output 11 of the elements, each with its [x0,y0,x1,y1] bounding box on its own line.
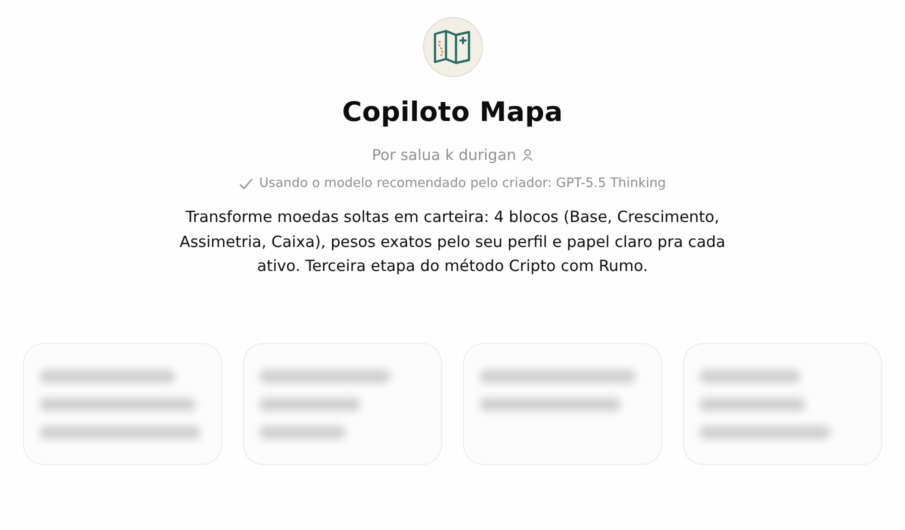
starter-card[interactable] [683,342,882,464]
starter-card[interactable] [463,342,662,464]
starter-card[interactable] [23,342,222,464]
model-note: Usando o modelo recomendado pelo criador: GPT-5.5 Thinking [259,176,666,191]
gpt-title: Copiloto Mapa [342,97,563,128]
folded-map-icon [422,17,482,77]
check-icon [239,178,254,190]
author-byline: Por salua k durigan [372,146,516,164]
person-icon [522,149,534,161]
gpt-description: Transforme moedas soltas em carteira: 4 blocos (Base, Crescimento, Assimetria, Caixa), pesos exatos pelo seu perfil e papel claro pra cada ativo. Terceira etapa do método Cripto com Rumo. [178,207,726,277]
starter-card[interactable] [243,342,442,464]
